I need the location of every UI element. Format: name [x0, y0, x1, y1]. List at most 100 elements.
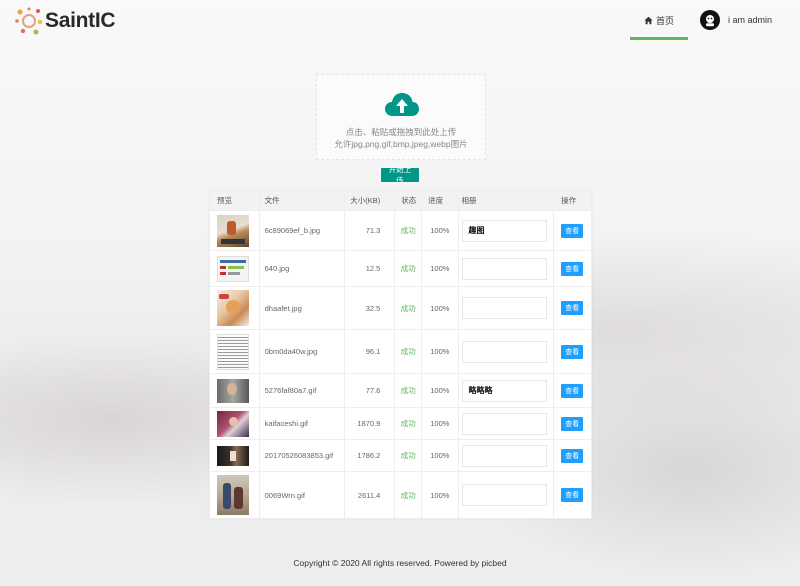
view-button[interactable]: 查看: [561, 344, 584, 359]
thumbnail-image[interactable]: [217, 333, 249, 370]
album-input[interactable]: [461, 257, 547, 280]
table-row: 5276faf80a7.gif 77.6 成功 100% 略略略 查看: [209, 373, 592, 408]
file-size: 71.3: [343, 210, 396, 251]
preview-cell: [209, 286, 260, 330]
upload-status: 成功: [394, 439, 423, 472]
view-button[interactable]: 查看: [561, 223, 584, 238]
preview-cell: [209, 439, 260, 472]
footer-picbed-link[interactable]: picbed: [482, 558, 507, 568]
file-size: 12.5: [343, 250, 396, 287]
upload-progress: 100%: [421, 250, 459, 287]
album-cell: 趣图: [457, 210, 555, 251]
album-cell: [457, 439, 555, 472]
upload-hint: 点击、粘贴或拖拽到此处上传: [345, 127, 457, 137]
footer-copyright: Copyright © 2020 All rights reserved. Po…: [293, 558, 482, 568]
action-cell: 查看: [553, 250, 592, 287]
upload-table: 预览 文件 大小(KB) 状态 进度 相册 操作 6c89069ef_b.jpg…: [209, 190, 592, 519]
file-size: 96.1: [343, 329, 396, 374]
action-cell: 查看: [553, 329, 592, 374]
thumbnail-image[interactable]: [217, 378, 249, 403]
upload-progress: 100%: [421, 286, 459, 330]
preview-cell: [209, 210, 260, 251]
album-cell: [457, 250, 555, 287]
file-name: 6c89069ef_b.jpg: [258, 210, 345, 251]
view-button[interactable]: 查看: [561, 488, 584, 502]
upload-status: 成功: [394, 407, 423, 440]
table-row: 640.jpg 12.5 成功 100% 查看: [209, 250, 592, 287]
logo-mark-icon: [15, 7, 43, 35]
file-name: 0069Wrn.gif: [258, 471, 345, 519]
file-size: 1870.9: [343, 407, 396, 440]
action-cell: 查看: [553, 286, 592, 330]
thumbnail-image[interactable]: [217, 445, 249, 466]
footer: Copyright © 2020 All rights reserved. Po…: [0, 558, 800, 568]
view-button[interactable]: 查看: [561, 448, 584, 463]
header-preview: 预览: [209, 190, 260, 211]
cloud-upload-icon: [385, 93, 419, 116]
action-cell: 查看: [553, 439, 592, 472]
thumbnail-image[interactable]: [217, 255, 249, 282]
view-button[interactable]: 查看: [561, 301, 584, 315]
table-row: 6c89069ef_b.jpg 71.3 成功 100% 趣图 查看: [209, 210, 592, 251]
table-row: 0069Wrn.gif 2611.4 成功 100% 查看: [209, 471, 592, 519]
view-button[interactable]: 查看: [561, 261, 584, 276]
thumbnail-image[interactable]: [217, 214, 249, 247]
preview-cell: [209, 471, 260, 519]
album-input[interactable]: [461, 484, 547, 506]
thumbnail-image[interactable]: [217, 475, 249, 515]
header-size: 大小(KB): [343, 190, 396, 211]
upload-dropzone[interactable]: 点击、粘贴或拖拽到此处上传 允许jpg,png,gif,bmp,jpeg,web…: [316, 74, 486, 160]
nav-home[interactable]: 首页: [630, 0, 688, 40]
file-name: 0bm0da40w.jpg: [258, 329, 345, 374]
upload-status: 成功: [394, 471, 423, 519]
header-action: 操作: [553, 190, 592, 211]
header-progress: 进度: [421, 190, 459, 211]
file-name: 640.jpg: [258, 250, 345, 287]
thumbnail-image[interactable]: [217, 410, 249, 437]
logo[interactable]: SaintIC: [14, 6, 116, 36]
album-cell: [457, 471, 555, 519]
avatar: [700, 10, 720, 30]
view-button[interactable]: 查看: [561, 383, 584, 398]
file-name: kaifaceshi.gif: [258, 407, 345, 440]
upload-progress: 100%: [421, 329, 459, 374]
album-input[interactable]: [461, 412, 547, 435]
upload-progress: 100%: [421, 471, 459, 519]
upload-status: 成功: [394, 250, 423, 287]
album-input[interactable]: 趣图: [461, 219, 547, 242]
upload-status: 成功: [394, 286, 423, 330]
upload-allowed-types: 允许jpg,png,gif,bmp,jpeg,webp图片: [334, 139, 468, 149]
user-menu[interactable]: i am admin: [700, 10, 772, 30]
file-size: 32.5: [343, 286, 396, 330]
action-cell: 查看: [553, 471, 592, 519]
thumbnail-image[interactable]: [217, 290, 249, 326]
album-input[interactable]: 略略略: [461, 379, 547, 402]
upload-status: 成功: [394, 373, 423, 408]
album-input[interactable]: [461, 444, 547, 467]
upload-progress: 100%: [421, 373, 459, 408]
view-button[interactable]: 查看: [561, 416, 584, 431]
user-avatar-icon: [706, 15, 714, 27]
table-row: kaifaceshi.gif 1870.9 成功 100% 查看: [209, 407, 592, 440]
album-cell: [457, 329, 555, 374]
header-album: 相册: [457, 190, 555, 211]
file-name: 5276faf80a7.gif: [258, 373, 345, 408]
logo-text: SaintIC: [45, 9, 116, 32]
table-header-row: 预览 文件 大小(KB) 状态 进度 相册 操作: [209, 190, 592, 211]
action-cell: 查看: [553, 210, 592, 251]
action-cell: 查看: [553, 407, 592, 440]
start-upload-button[interactable]: 开始上传: [381, 165, 419, 185]
preview-cell: [209, 373, 260, 408]
album-input[interactable]: [461, 340, 547, 363]
table-row: 0bm0da40w.jpg 96.1 成功 100% 查看: [209, 329, 592, 374]
upload-status: 成功: [394, 210, 423, 251]
album-cell: 略略略: [457, 373, 555, 408]
action-cell: 查看: [553, 373, 592, 408]
album-input[interactable]: [461, 297, 547, 319]
preview-cell: [209, 407, 260, 440]
preview-cell: [209, 329, 260, 374]
file-name: 20170526083853.gif: [258, 439, 345, 472]
album-cell: [457, 286, 555, 330]
upload-progress: 100%: [421, 407, 459, 440]
home-icon: [644, 16, 653, 24]
